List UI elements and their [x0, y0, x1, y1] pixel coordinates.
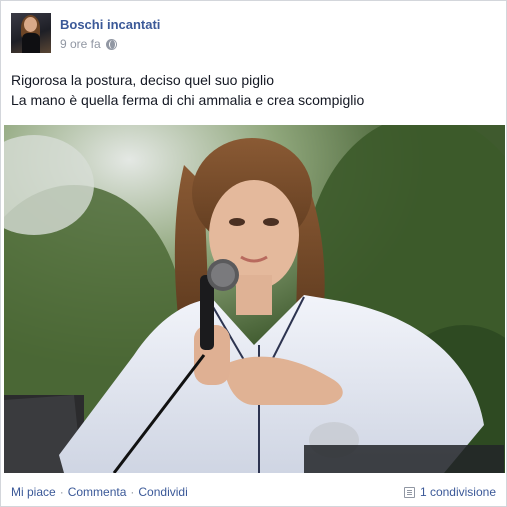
share-icon [403, 486, 415, 498]
post-actions: Mi piace · Commenta · Condividi [11, 485, 188, 499]
post-text-line: La mano è quella ferma di chi ammalia e … [11, 92, 365, 108]
avatar-face [24, 17, 37, 32]
post-card: Boschi incantati 9 ore fa Rigorosa la po… [0, 0, 507, 507]
comment-link[interactable]: Commenta [68, 485, 127, 499]
action-separator: · [59, 485, 64, 499]
like-link[interactable]: Mi piace [11, 485, 56, 499]
avatar-dress [22, 33, 40, 53]
globe-icon[interactable] [105, 38, 117, 50]
action-separator: · [130, 485, 135, 499]
share-count[interactable]: 1 condivisione [403, 485, 496, 499]
photo-illustration [4, 125, 505, 473]
post-meta: 9 ore fa [60, 37, 117, 51]
share-link[interactable]: Condividi [138, 485, 187, 499]
avatar[interactable] [11, 13, 51, 53]
share-count-label[interactable]: 1 condivisione [420, 485, 496, 499]
post-timestamp[interactable]: 9 ore fa [60, 37, 101, 51]
post-photo[interactable] [4, 125, 505, 473]
post-text-line: Rigorosa la postura, deciso quel suo pig… [11, 72, 275, 88]
post-text: Rigorosa la postura, deciso quel suo pig… [11, 70, 501, 110]
page-name-link[interactable]: Boschi incantati [60, 17, 160, 32]
post-header: Boschi incantati 9 ore fa [11, 13, 491, 55]
